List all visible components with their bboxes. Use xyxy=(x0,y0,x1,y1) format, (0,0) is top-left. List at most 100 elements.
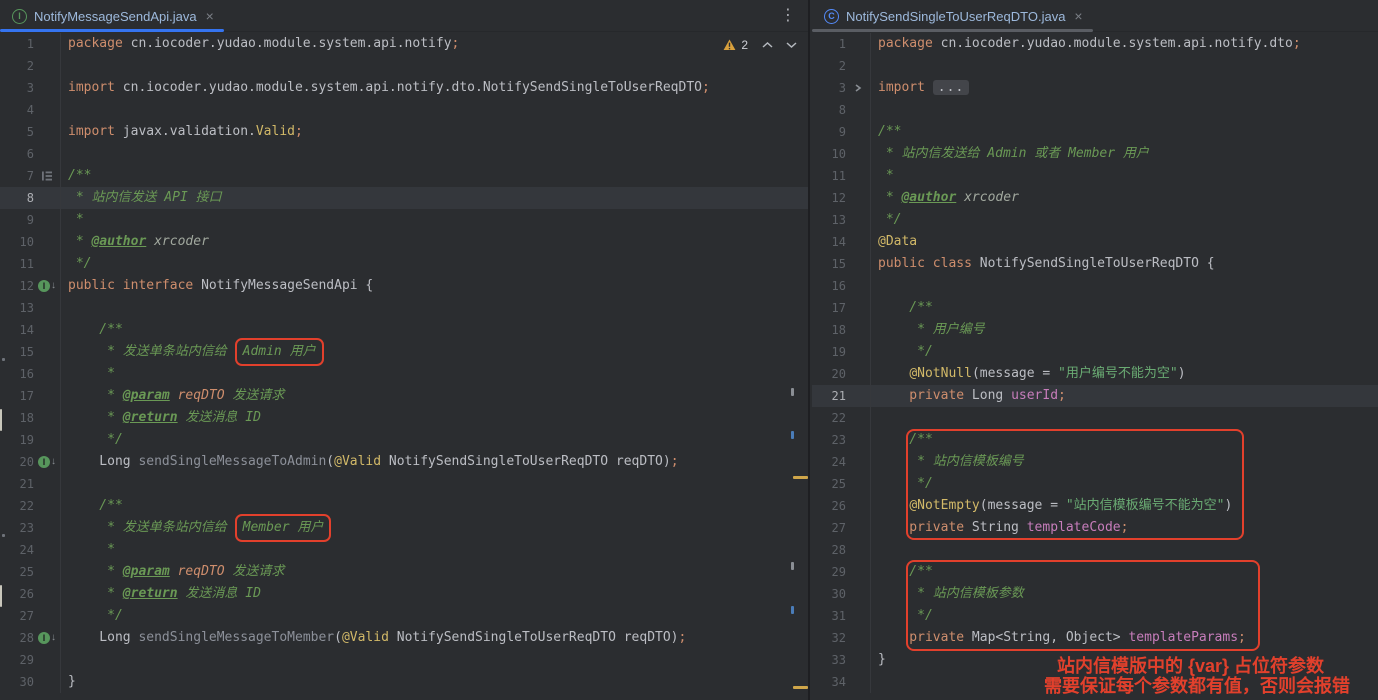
error-stripe-mark[interactable] xyxy=(791,431,794,439)
code-line[interactable]: 8 xyxy=(812,99,1378,121)
line-number[interactable]: 7 xyxy=(0,165,34,187)
code-line[interactable]: 27 private String templateCode; xyxy=(812,517,1378,539)
line-number[interactable]: 16 xyxy=(812,275,846,297)
code-line[interactable]: 13 xyxy=(0,297,808,319)
error-stripe-mark[interactable] xyxy=(793,686,808,689)
code-line[interactable]: 24 * 站内信模板编号 xyxy=(812,451,1378,473)
line-number[interactable]: 10 xyxy=(812,143,846,165)
implementation-marker-icon[interactable]: I↓ xyxy=(34,275,60,297)
line-number[interactable]: 20 xyxy=(812,363,846,385)
code-line[interactable]: 21 xyxy=(0,473,808,495)
editor-pane-left[interactable]: I NotifyMessageSendApi.java × ⋮ 1package… xyxy=(0,0,810,700)
line-number[interactable]: 18 xyxy=(812,319,846,341)
error-stripe-mark[interactable] xyxy=(791,562,794,570)
error-stripe-mark[interactable] xyxy=(2,358,5,361)
code-line[interactable]: 32 private Map<String, Object> templateP… xyxy=(812,627,1378,649)
code-line[interactable]: 18 * @return 发送消息 ID xyxy=(0,407,808,429)
error-stripe-mark[interactable] xyxy=(791,606,794,614)
line-number[interactable]: 30 xyxy=(812,583,846,605)
line-number[interactable]: 28 xyxy=(0,627,34,649)
line-number[interactable]: 24 xyxy=(812,451,846,473)
code-line[interactable]: 1package cn.iocoder.yudao.module.system.… xyxy=(0,33,808,55)
line-number[interactable]: 9 xyxy=(0,209,34,231)
line-number[interactable]: 11 xyxy=(0,253,34,275)
line-number[interactable]: 14 xyxy=(0,319,34,341)
line-number[interactable]: 12 xyxy=(0,275,34,297)
code-line[interactable]: 16 * xyxy=(0,363,808,385)
line-number[interactable]: 17 xyxy=(0,385,34,407)
more-menu-icon[interactable]: ⋮ xyxy=(780,5,796,25)
line-number[interactable]: 11 xyxy=(812,165,846,187)
line-number[interactable]: 25 xyxy=(0,561,34,583)
code-line[interactable]: 19 */ xyxy=(812,341,1378,363)
line-number[interactable]: 10 xyxy=(0,231,34,253)
code-line[interactable]: 23 /** xyxy=(812,429,1378,451)
error-stripe-mark[interactable] xyxy=(2,534,5,537)
code-line[interactable]: 5import javax.validation.Valid; xyxy=(0,121,808,143)
line-number[interactable]: 2 xyxy=(0,55,34,77)
line-number[interactable]: 19 xyxy=(0,429,34,451)
line-number[interactable]: 22 xyxy=(0,495,34,517)
code-line[interactable]: 25 */ xyxy=(812,473,1378,495)
line-number[interactable]: 27 xyxy=(0,605,34,627)
code-line[interactable]: 9/** xyxy=(812,121,1378,143)
code-line[interactable]: 13 */ xyxy=(812,209,1378,231)
close-icon[interactable]: × xyxy=(1074,9,1082,23)
implementation-marker-icon[interactable]: I↓ xyxy=(34,451,60,473)
line-number[interactable]: 3 xyxy=(0,77,34,99)
next-warning-icon[interactable] xyxy=(785,41,798,49)
code-line[interactable]: 28 xyxy=(812,539,1378,561)
line-number[interactable]: 14 xyxy=(812,231,846,253)
line-number[interactable]: 29 xyxy=(812,561,846,583)
line-number[interactable]: 1 xyxy=(0,33,34,55)
code-line[interactable]: 12I↓public interface NotifyMessageSendAp… xyxy=(0,275,808,297)
code-line[interactable]: 14@Data xyxy=(812,231,1378,253)
code-line[interactable]: 1package cn.iocoder.yudao.module.system.… xyxy=(812,33,1378,55)
line-number[interactable]: 12 xyxy=(812,187,846,209)
code-line[interactable]: 26 * @return 发送消息 ID xyxy=(0,583,808,605)
code-line[interactable]: 11 * xyxy=(812,165,1378,187)
line-number[interactable]: 30 xyxy=(0,671,34,693)
code-line[interactable]: 7/** xyxy=(0,165,808,187)
code-line[interactable]: 30 * 站内信模板参数 xyxy=(812,583,1378,605)
error-stripe-mark[interactable] xyxy=(791,388,794,396)
code-line-current[interactable]: 8 * 站内信发送 API 接口 xyxy=(0,187,808,209)
line-number[interactable]: 19 xyxy=(812,341,846,363)
code-line[interactable]: 15public class NotifySendSingleToUserReq… xyxy=(812,253,1378,275)
line-number[interactable]: 15 xyxy=(812,253,846,275)
line-number[interactable]: 33 xyxy=(812,649,846,671)
code-line[interactable]: 29 xyxy=(0,649,808,671)
line-number[interactable]: 32 xyxy=(812,627,846,649)
line-number[interactable]: 29 xyxy=(0,649,34,671)
line-number[interactable]: 31 xyxy=(812,605,846,627)
implementation-marker-icon[interactable]: I↓ xyxy=(34,627,60,649)
error-stripe-mark[interactable] xyxy=(0,585,2,607)
tab-notifysendsingletouserreqdto[interactable]: C NotifySendSingleToUserReqDTO.java × xyxy=(812,0,1093,32)
line-number[interactable]: 13 xyxy=(812,209,846,231)
line-number[interactable]: 25 xyxy=(812,473,846,495)
line-number[interactable]: 20 xyxy=(0,451,34,473)
line-number[interactable]: 34 xyxy=(812,671,846,693)
code-line[interactable]: 2 xyxy=(812,55,1378,77)
line-number[interactable]: 13 xyxy=(0,297,34,319)
code-line[interactable]: 17 * @param reqDTO 发送请求 xyxy=(0,385,808,407)
line-number[interactable]: 9 xyxy=(812,121,846,143)
line-number[interactable]: 23 xyxy=(0,517,34,539)
code-line[interactable]: 26 @NotEmpty(message = "站内信模板编号不能为空") xyxy=(812,495,1378,517)
code-line[interactable]: 16 xyxy=(812,275,1378,297)
code-line[interactable]: 15 * 发送单条站内信给 Admin 用户 xyxy=(0,341,808,363)
line-number[interactable]: 3 xyxy=(812,77,846,99)
line-number[interactable]: 18 xyxy=(0,407,34,429)
line-number[interactable]: 8 xyxy=(812,99,846,121)
code-line[interactable]: 10 * @author xrcoder xyxy=(0,231,808,253)
code-line[interactable]: 11 */ xyxy=(0,253,808,275)
code-line[interactable]: 24 * xyxy=(0,539,808,561)
code-line[interactable]: 29 /** xyxy=(812,561,1378,583)
code-line[interactable]: 2 xyxy=(0,55,808,77)
code-line[interactable]: 28I↓ Long sendSingleMessageToMember(@Val… xyxy=(0,627,808,649)
code-line[interactable]: 6 xyxy=(0,143,808,165)
inspection-widget[interactable]: 2 xyxy=(723,38,798,52)
code-line[interactable]: 9 * xyxy=(0,209,808,231)
code-line[interactable]: 20 @NotNull(message = "用户编号不能为空") xyxy=(812,363,1378,385)
line-number[interactable]: 4 xyxy=(0,99,34,121)
